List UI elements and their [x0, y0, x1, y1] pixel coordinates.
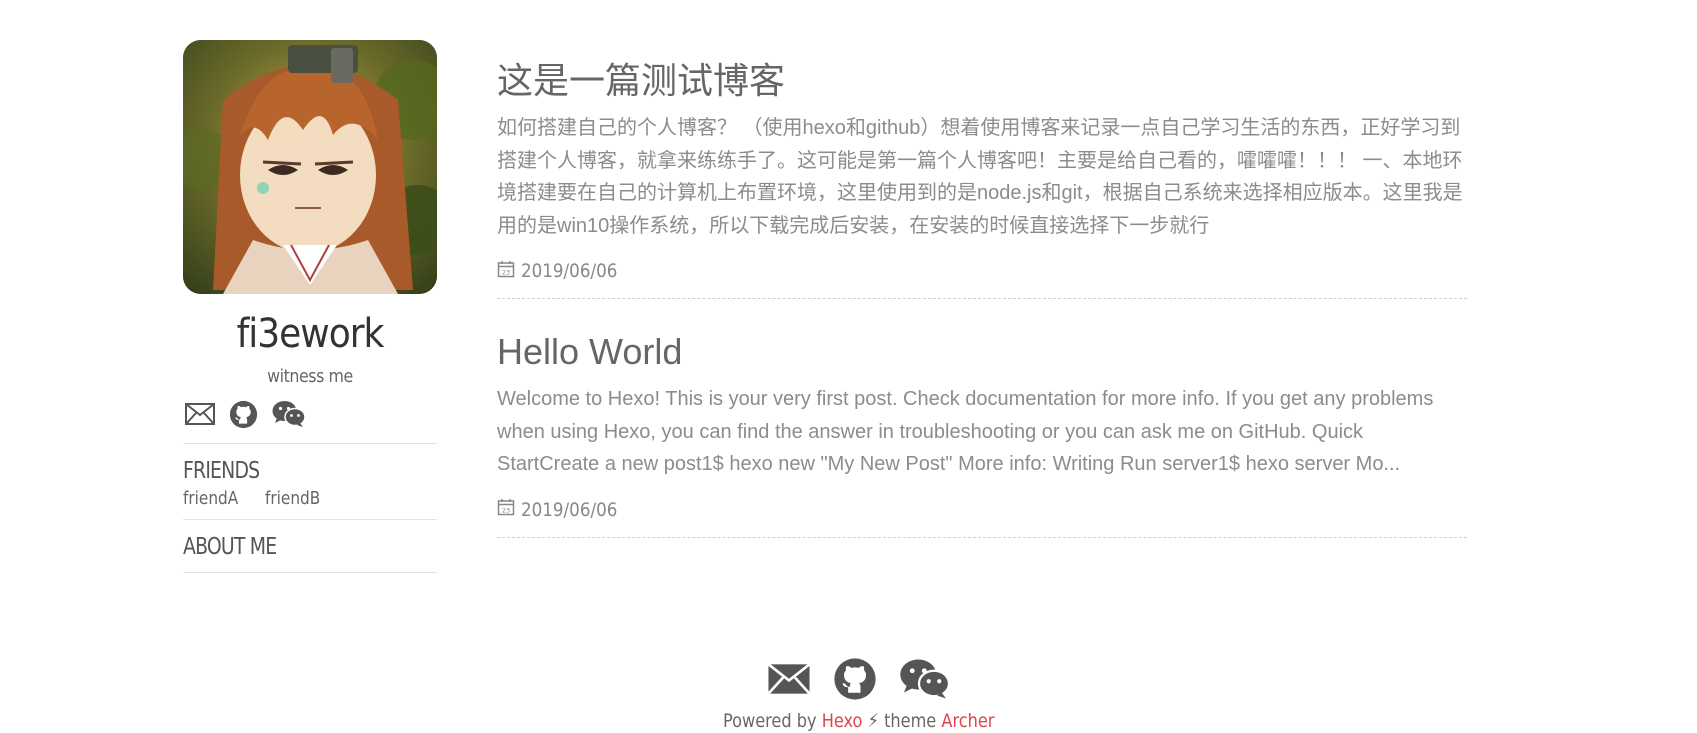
about-title[interactable]: ABOUT ME	[183, 532, 391, 562]
post-title[interactable]: 这是一篇测试博客	[497, 56, 1467, 106]
friends-title[interactable]: FRIENDS	[183, 456, 391, 486]
avatar-image	[183, 40, 437, 294]
avatar[interactable]	[183, 40, 437, 294]
friends-section: FRIENDS friendA friendB	[183, 443, 437, 519]
mail-icon[interactable]	[766, 662, 811, 696]
post-excerpt: Welcome to Hexo! This is your very first…	[497, 388, 1434, 475]
about-section: ABOUT ME	[183, 519, 437, 573]
github-icon[interactable]	[833, 657, 877, 701]
author-name: fi3ework	[236, 311, 385, 357]
footer: Powered by Hexo ⚡ theme Archer	[0, 654, 1697, 732]
svg-text:23: 23	[502, 268, 510, 276]
post-meta: 23 2019/06/06	[497, 495, 1467, 525]
theme-text: theme	[883, 710, 937, 732]
post-item: Hello World Welcome to Hexo! This is you…	[497, 327, 1467, 538]
powered-by-text: Powered by	[722, 710, 817, 732]
social-links	[183, 399, 437, 429]
calendar-icon: 23	[497, 498, 515, 521]
friend-link-b[interactable]: friendB	[265, 488, 320, 509]
footer-credits: Powered by Hexo ⚡ theme Archer	[723, 710, 994, 732]
mail-icon[interactable]	[185, 403, 215, 425]
archer-link[interactable]: Archer	[941, 710, 994, 732]
friend-links: friendA friendB	[183, 488, 437, 509]
hexo-link[interactable]: Hexo	[822, 710, 863, 732]
post-list: 这是一篇测试博客 如何搭建自己的个人博客？ （使用hexo和github）想着使…	[497, 56, 1467, 566]
wechat-icon[interactable]	[899, 658, 951, 700]
post-date: 2019/06/06	[521, 260, 618, 282]
wechat-icon[interactable]	[272, 400, 306, 428]
post-excerpt: 如何搭建自己的个人博客？ （使用hexo和github）想着使用博客来记录一点自…	[497, 117, 1463, 237]
post-item: 这是一篇测试博客 如何搭建自己的个人博客？ （使用hexo和github）想着使…	[497, 56, 1467, 299]
post-date: 2019/06/06	[521, 498, 618, 521]
github-icon[interactable]	[229, 400, 258, 429]
svg-text:23: 23	[502, 507, 510, 515]
friend-link-a[interactable]: friendA	[183, 488, 238, 509]
bolt-icon: ⚡	[867, 710, 879, 732]
post-title[interactable]: Hello World	[497, 327, 1467, 377]
author-tagline: witness me	[267, 366, 353, 387]
post-meta: 23 2019/06/06	[497, 256, 1467, 286]
calendar-icon: 23	[497, 260, 515, 283]
footer-social-links	[20, 654, 1697, 704]
sidebar: fi3ework witness me FRIENDS friendA frie…	[183, 40, 437, 573]
